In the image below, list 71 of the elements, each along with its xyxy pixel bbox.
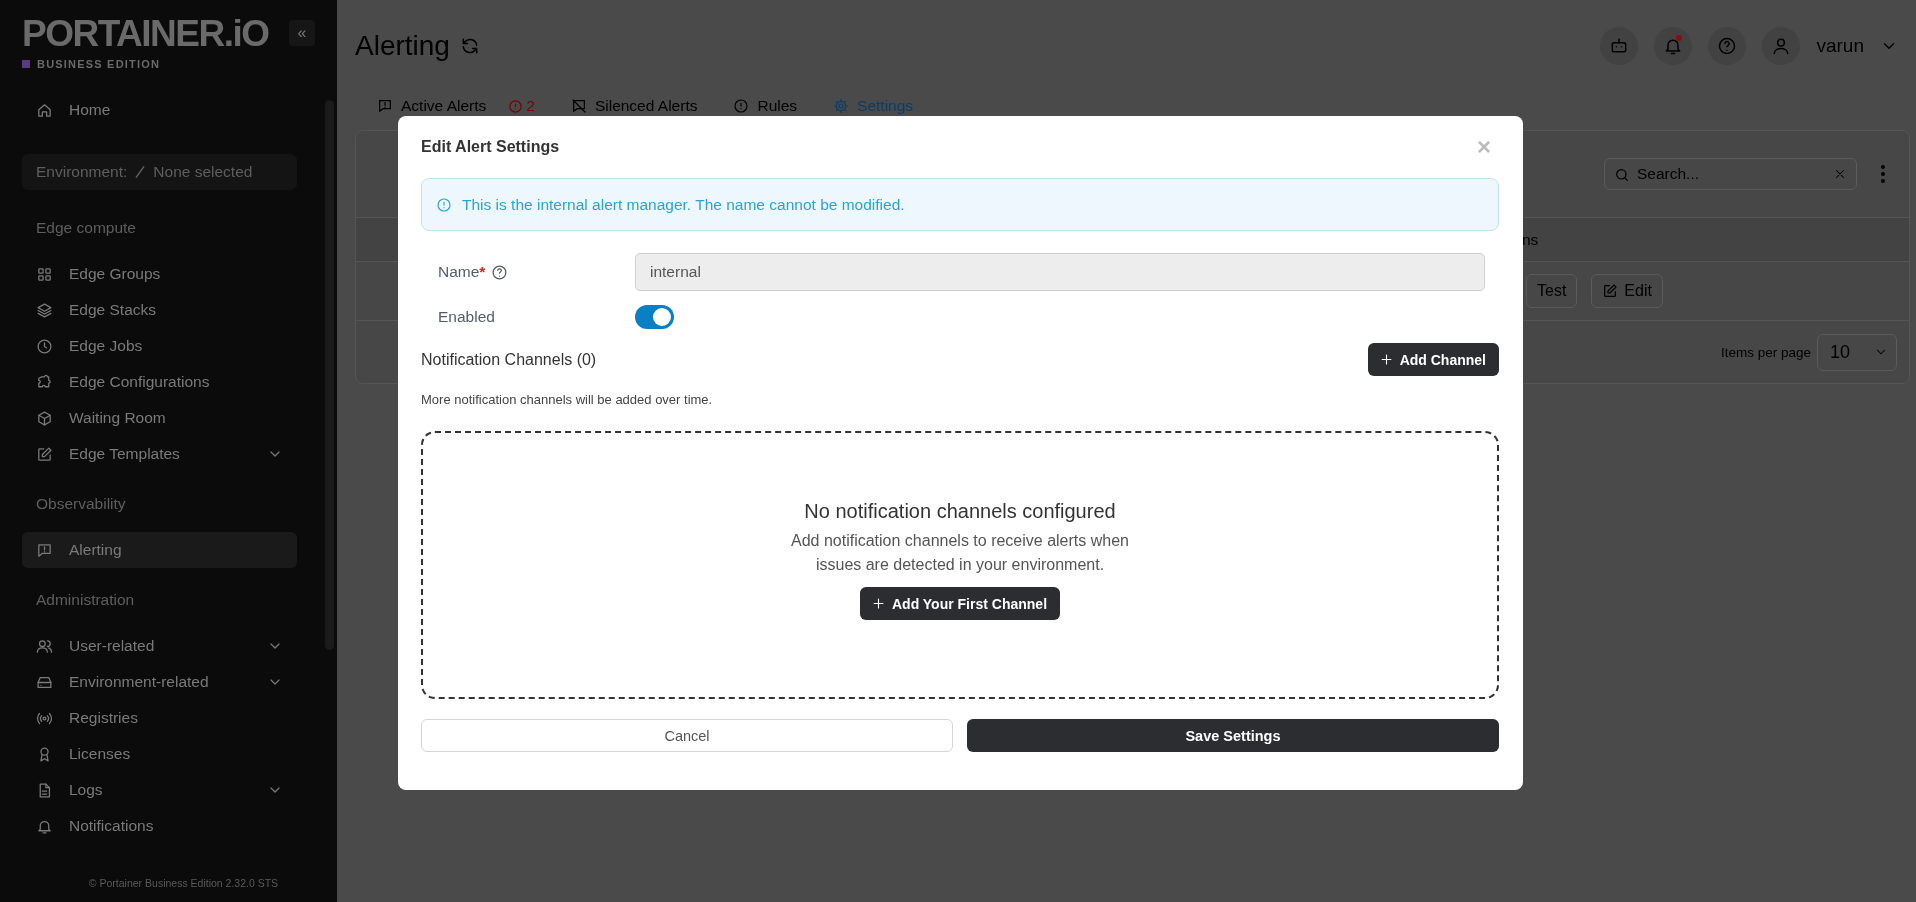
search-icon [1614, 167, 1630, 183]
tab[interactable]: Rules [733, 97, 798, 115]
sidebar-item[interactable]: Notifications [22, 808, 297, 844]
sidebar-item[interactable]: Logs [22, 772, 297, 808]
alert-circle-icon [508, 98, 524, 114]
settings-icon [833, 98, 850, 114]
logo: PORTAINER.iO [22, 14, 269, 54]
layers-icon [36, 301, 53, 319]
sidebar-item[interactable]: Edge Configurations [22, 364, 297, 400]
help-icon [491, 263, 509, 281]
collapse-sidebar-button[interactable]: « [289, 20, 315, 46]
page-title: Alerting [355, 30, 450, 62]
sidebar-item[interactable]: Alerting [22, 532, 297, 568]
cancel-button[interactable]: Cancel [421, 719, 953, 752]
sidebar-item[interactable]: Edge Groups [22, 256, 297, 292]
sidebar-item[interactable]: Edge Jobs [22, 328, 297, 364]
environment-selector[interactable]: Environment: None selected [22, 154, 297, 190]
empty-state-title: No notification channels configured [804, 500, 1116, 523]
tab[interactable]: Active Alerts 2 [377, 97, 535, 115]
notifications-button[interactable] [1654, 27, 1693, 65]
info-icon [436, 196, 452, 213]
tab[interactable]: Silenced Alerts [570, 97, 698, 115]
hint-text: More notification channels will be added over time. [421, 392, 714, 407]
alert-count: 2 [526, 97, 535, 115]
info-text: This is the internal alert manager. The name cannot be modified. [462, 195, 905, 214]
users-icon [36, 637, 53, 655]
enabled-label: Enabled [438, 308, 495, 326]
section-heading: Notification Channels (0) [421, 350, 597, 369]
help-icon [1717, 36, 1738, 56]
message-alert-icon [36, 541, 53, 559]
home-icon [36, 101, 53, 119]
sidebar-item[interactable]: Licenses [22, 736, 297, 772]
pencil-square-icon [1602, 283, 1619, 299]
version-footer: © Portainer Business Edition 2.32.0 STS [0, 877, 337, 902]
ai-assistant-button[interactable] [1600, 27, 1639, 65]
search-field[interactable]: Search... [1604, 158, 1857, 190]
enabled-toggle[interactable] [635, 305, 674, 329]
user-name[interactable]: varun [1816, 35, 1864, 57]
nav-section-heading: Observability [35, 494, 127, 514]
sidebar-item[interactable]: Edge Stacks [22, 292, 297, 328]
muted-alert-icon [570, 98, 587, 114]
save-settings-button[interactable]: Save Settings [967, 719, 1499, 752]
nav-section-heading: Edge compute [35, 218, 137, 238]
message-alert-icon [377, 98, 393, 114]
clear-icon [1833, 167, 1847, 181]
sidebar-item[interactable]: Environment-related [22, 664, 297, 700]
nav-section-heading: Administration [35, 590, 136, 610]
pencil-square-icon [36, 445, 53, 463]
more-options-icon[interactable] [1881, 165, 1885, 183]
plus-icon [870, 596, 886, 611]
edition-label: BUSINESS EDITION [37, 58, 161, 70]
sidebar-item[interactable]: User-related [22, 628, 297, 664]
add-channel-button[interactable]: Add Channel [1367, 343, 1499, 376]
items-per-page-label: Items per page [1720, 344, 1811, 360]
sidebar-item[interactable]: Registries [22, 700, 297, 736]
grid-icon [36, 265, 53, 283]
add-first-channel-button[interactable]: Add Your First Channel [859, 587, 1060, 620]
modal-title: Edit Alert Settings [421, 138, 560, 156]
clock-icon [36, 337, 53, 355]
sidebar-item[interactable]: Home [22, 92, 297, 128]
plus-icon [1378, 352, 1394, 367]
sidebar-item[interactable]: Edge Templates [22, 436, 297, 472]
sidebar-item[interactable]: Waiting Room [22, 400, 297, 436]
name-label: Name* [438, 263, 486, 281]
cube-icon [36, 409, 53, 427]
user-avatar[interactable] [1762, 27, 1801, 65]
edition-mark [22, 60, 30, 68]
column-header: ns [1522, 230, 1539, 249]
empty-state-text: Add notification channels to receive alerts when issues are detected in your environment. [790, 531, 1130, 575]
help-button[interactable] [1708, 27, 1747, 65]
alert-circle-icon [733, 98, 750, 114]
